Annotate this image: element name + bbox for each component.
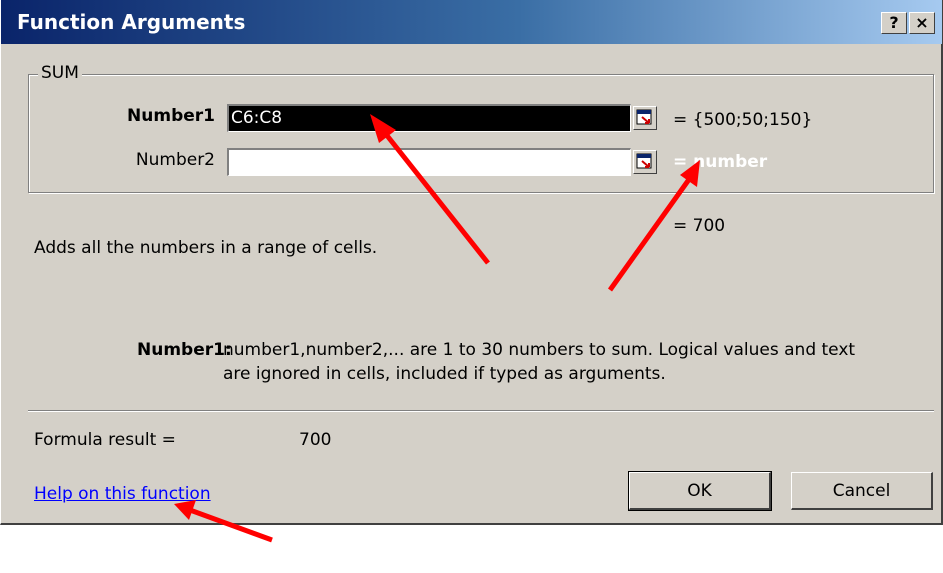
function-description: Adds all the numbers in a range of cells… [34, 238, 378, 258]
function-arguments-dialog: Function Arguments ? × SUM Number1 C6:C8… [0, 0, 943, 525]
help-icon[interactable]: ? [881, 12, 907, 34]
cancel-button[interactable]: Cancel [791, 472, 933, 510]
argument-help-line-1: number1,number2,... are 1 to 30 numbers … [223, 340, 856, 360]
number1-label: Number1 [127, 106, 215, 126]
inline-result: = 700 [673, 216, 726, 236]
ok-button[interactable]: OK [628, 471, 772, 511]
number1-result: = {500;50;150} [673, 110, 813, 130]
dialog-title: Function Arguments [17, 10, 246, 34]
title-bar[interactable]: Function Arguments ? × [1, 0, 942, 44]
argument-help-label: Number1: [137, 340, 232, 360]
number2-label: Number2 [135, 150, 215, 170]
collapse-dialog-icon [636, 153, 652, 169]
formula-result-value: 700 [299, 430, 332, 450]
collapse-dialog-icon [636, 109, 652, 125]
function-name-label: SUM [38, 63, 82, 83]
argument-help-line-2: are ignored in cells, included if typed … [223, 364, 666, 384]
number2-input[interactable] [227, 148, 631, 176]
number2-collapse-dialog-button[interactable] [633, 150, 657, 174]
help-on-function-link[interactable]: Help on this function [34, 484, 211, 504]
formula-result-label: Formula result = [34, 430, 176, 450]
number1-collapse-dialog-button[interactable] [633, 106, 657, 130]
number1-input[interactable]: C6:C8 [227, 104, 631, 132]
separator [28, 410, 934, 412]
close-icon[interactable]: × [909, 12, 935, 34]
number2-result: = number [673, 152, 768, 172]
